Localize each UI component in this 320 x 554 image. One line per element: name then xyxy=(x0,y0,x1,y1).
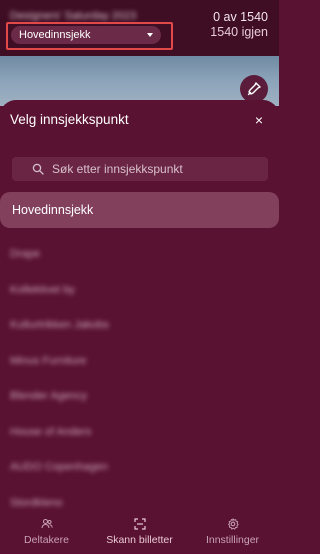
chevron-down-icon xyxy=(147,33,153,37)
tab-participants[interactable]: Deltakere xyxy=(0,510,93,554)
checkpoint-select-value: Hovedinnsjekk xyxy=(19,29,91,41)
close-icon[interactable]: × xyxy=(251,112,267,128)
checkpoint-item[interactable]: Minus Furniture xyxy=(10,355,270,391)
tab-label: Innstillinger xyxy=(205,534,260,546)
tab-settings[interactable]: Innstillinger xyxy=(186,510,279,554)
checkpoint-select[interactable]: Hovedinnsjekk xyxy=(11,26,161,44)
tab-label: Skann billetter xyxy=(106,534,173,546)
tab-scan-tickets[interactable]: Skann billetter xyxy=(93,510,186,554)
checkpoint-item[interactable]: Blender Agency xyxy=(10,390,270,426)
flashlight-icon xyxy=(247,82,261,96)
flashlight-button[interactable] xyxy=(240,75,268,103)
checked-count: 0 av 1540 xyxy=(213,10,268,24)
checkpoint-sheet: Velg innsjekkspunkt × Hovedinnsjekk Drap… xyxy=(0,100,279,510)
checkpoint-item[interactable]: House of Anders xyxy=(10,426,270,462)
checkpoint-item[interactable]: Kulturtrikken Jakobs xyxy=(10,319,270,355)
checkpoint-item[interactable]: Kollektivet by xyxy=(10,284,270,320)
scan-icon xyxy=(133,518,146,530)
checkpoint-search[interactable] xyxy=(12,157,268,181)
sheet-title: Velg innsjekkspunkt xyxy=(10,112,129,127)
participants-icon xyxy=(40,518,53,529)
search-input[interactable] xyxy=(52,162,252,176)
checkpoint-item[interactable]: AUDO Copenhagen xyxy=(10,461,270,497)
checkpoint-item[interactable]: Drape xyxy=(10,248,270,284)
camera-preview xyxy=(0,56,279,106)
bottom-nav: Deltakere Skann billetter Innstillinger xyxy=(0,510,279,554)
event-title: Designers' Saturday 2023 xyxy=(10,10,137,22)
checkin-counter: 0 av 1540 1540 igjen xyxy=(210,10,268,40)
checkpoint-list: Drape Kollektivet by Kulturtrikken Jakob… xyxy=(10,248,270,532)
gear-icon xyxy=(227,518,239,530)
top-bar: Designers' Saturday 2023 0 av 1540 1540 … xyxy=(0,0,279,56)
checkpoint-item-selected[interactable]: Hovedinnsjekk xyxy=(0,192,279,228)
search-icon xyxy=(32,163,44,175)
tab-label: Deltakere xyxy=(24,534,69,546)
remaining-count: 1540 igjen xyxy=(210,25,268,39)
